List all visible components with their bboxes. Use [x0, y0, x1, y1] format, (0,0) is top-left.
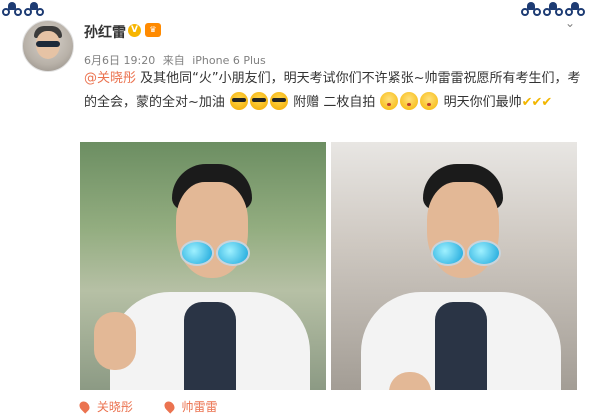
cool-emoji-icon: [250, 92, 269, 110]
mention-link[interactable]: @关晓彤: [84, 71, 136, 86]
member-crown-icon[interactable]: ♛: [145, 23, 161, 37]
tag-list: 关晓彤 帅雷雷: [77, 398, 246, 415]
victory-emoji-icon: ✔✔✔: [521, 95, 553, 110]
header-decoration-right: [521, 0, 585, 18]
bike-icon: [521, 2, 541, 16]
bike-icon: [24, 2, 44, 16]
tag-item[interactable]: 关晓彤: [77, 399, 137, 414]
selfie-photo-1[interactable]: [80, 142, 326, 390]
tag-label: 帅雷雷: [181, 400, 218, 414]
avatar[interactable]: [22, 20, 74, 72]
post-meta: 6月6日 19:20 来自 iPhone 6 Plus: [84, 52, 270, 68]
kiss-emoji-icon: [420, 92, 439, 110]
header-decoration-left: [2, 0, 44, 18]
post-text: @关晓彤 及其他同“火”小朋友们，明天考试你们不许紧张~帅雷雷祝愿所有考生们，考…: [84, 67, 584, 115]
verified-badge-icon: V: [128, 24, 141, 37]
location-tag-icon: [162, 399, 177, 414]
post-text-part3: 明天你们最帅: [443, 95, 522, 110]
bike-icon: [565, 2, 585, 16]
chevron-down-icon[interactable]: ⌄: [565, 17, 575, 29]
source-prefix: 来自: [162, 54, 185, 67]
tag-item[interactable]: 帅雷雷: [162, 399, 218, 414]
tag-label: 关晓彤: [96, 400, 133, 414]
username[interactable]: 孙红雷: [84, 22, 126, 42]
post-text-part2: 附赠 二枚自拍: [293, 95, 376, 110]
post-date[interactable]: 6月6日 19:20: [84, 54, 155, 67]
kiss-emoji-icon: [400, 92, 419, 110]
kiss-emoji-icon: [380, 92, 399, 110]
cool-emoji-icon: [230, 92, 249, 110]
cool-emoji-icon: [270, 92, 289, 110]
bike-icon: [2, 2, 22, 16]
bike-icon: [543, 2, 563, 16]
location-tag-icon: [77, 399, 92, 414]
selfie-photo-2[interactable]: [331, 142, 577, 390]
post-source[interactable]: iPhone 6 Plus: [192, 54, 266, 67]
